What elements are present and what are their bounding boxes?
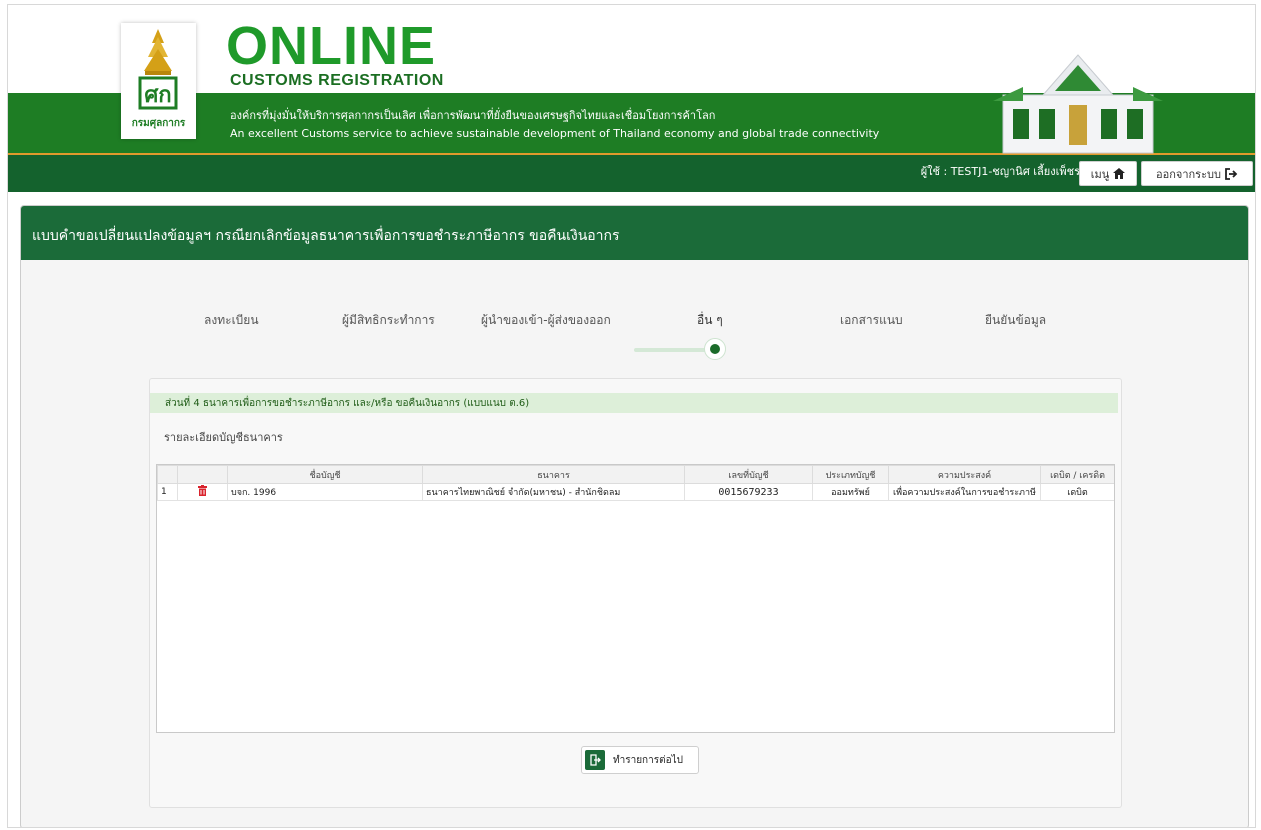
col-header-account-name[interactable]: ชื่อบัญชี [227, 465, 423, 484]
trash-icon [198, 485, 207, 496]
step-importer-exporter[interactable]: ผู้นำของเข้า-ผู้ส่งของออก [481, 311, 611, 330]
customs-logo: ศก กรมศุลกากร [121, 23, 196, 139]
step-authorized-persons[interactable]: ผู้มีสิทธิกระทำการ [342, 311, 435, 330]
col-header-account-type[interactable]: ประเภทบัญชี [812, 465, 889, 484]
step-others[interactable]: อื่น ๆ [697, 311, 723, 330]
tagline-english: An excellent Customs service to achieve … [230, 127, 880, 140]
col-header-debit-credit[interactable]: เดบิต / เครดิต [1040, 465, 1114, 484]
form-panel: แบบคำขอเปลี่ยนแปลงข้อมูลฯ กรณียกเลิกข้อม… [20, 205, 1249, 827]
account-name-cell: บจก. 1996 [227, 483, 423, 501]
section-title: ส่วนที่ 4 ธนาคารเพื่อการขอชำระภาษีอากร แ… [165, 398, 530, 409]
logout-label: ออกจากระบบ [1156, 167, 1221, 181]
svg-text:ศก: ศก [144, 82, 171, 108]
sign-out-icon [1225, 167, 1238, 180]
site-header: ศก กรมศุลกากร ONLINE CUSTOMS REGISTRATIO… [8, 5, 1255, 195]
menu-label: เมนู [1090, 167, 1110, 181]
next-document-icon [585, 750, 605, 770]
customs-emblem-icon: ศก [138, 29, 178, 110]
menu-button[interactable]: เมนู [1079, 161, 1137, 186]
brand-subtitle: CUSTOMS REGISTRATION [230, 72, 444, 89]
account-type-cell: ออมทรัพย์ [812, 483, 889, 501]
progress-current-dot [704, 338, 726, 360]
debit-credit-cell: เดบิต [1040, 483, 1114, 501]
logout-button[interactable]: ออกจากระบบ [1141, 161, 1253, 186]
bank-account-table: ชื่อบัญชี ธนาคาร เลขที่บัญชี ประเภทบัญชี… [156, 464, 1115, 733]
bank-section: ส่วนที่ 4 ธนาคารเพื่อการขอชำระภาษีอากร แ… [149, 378, 1122, 808]
section-subtitle: รายละเอียดบัญชีธนาคาร [164, 431, 283, 444]
step-confirm[interactable]: ยืนยันข้อมูล [985, 311, 1046, 330]
table-row[interactable]: 1 บจก. 1996 ธนาคารไทยพาณิชย์ จำกัด(มหาชน… [157, 483, 1114, 501]
col-header-action [177, 465, 228, 484]
home-icon [1113, 168, 1126, 179]
col-header-purpose[interactable]: ความประสงค์ [888, 465, 1041, 484]
step-attachments[interactable]: เอกสารแนบ [840, 311, 903, 330]
col-header-no [157, 465, 178, 484]
bank-cell: ธนาคารไทยพาณิชย์ จำกัด(มหาชน) - สำนักชิด… [422, 483, 685, 501]
section-header: ส่วนที่ 4 ธนาคารเพื่อการขอชำระภาษีอากร แ… [150, 393, 1118, 413]
col-header-account-no[interactable]: เลขที่บัญชี [684, 465, 813, 484]
account-no-cell: 0015679233 [684, 483, 813, 501]
logo-caption: กรมศุลกากร [131, 118, 186, 129]
progress-track [634, 348, 714, 352]
page-title: แบบคำขอเปลี่ยนแปลงข้อมูลฯ กรณียกเลิกข้อม… [32, 228, 620, 244]
brand-title: ONLINE [226, 16, 437, 76]
customs-building-icon [993, 54, 1163, 154]
current-user: ผู้ใช้ : TESTJ1-ชญานิศ เลี้ยงเพ็ชร [920, 165, 1080, 178]
page-frame: ศก กรมศุลกากร ONLINE CUSTOMS REGISTRATIO… [7, 4, 1256, 828]
purpose-cell: เพื่อความประสงค์ในการขอชำระภาษี [888, 483, 1041, 501]
step-registration[interactable]: ลงทะเบียน [204, 311, 259, 330]
delete-row-button[interactable] [177, 483, 228, 501]
row-number: 1 [157, 483, 178, 501]
table-header-row: ชื่อบัญชี ธนาคาร เลขที่บัญชี ประเภทบัญชี… [157, 465, 1114, 484]
panel-header: แบบคำขอเปลี่ยนแปลงข้อมูลฯ กรณียกเลิกข้อม… [21, 206, 1248, 260]
tagline-thai: องค์กรที่มุ่งมั่นให้บริการศุลกากรเป็นเลิ… [230, 109, 716, 122]
next-step-button[interactable]: ทำรายการต่อไป [581, 746, 699, 774]
next-step-label: ทำรายการต่อไป [613, 754, 683, 766]
col-header-bank[interactable]: ธนาคาร [422, 465, 685, 484]
